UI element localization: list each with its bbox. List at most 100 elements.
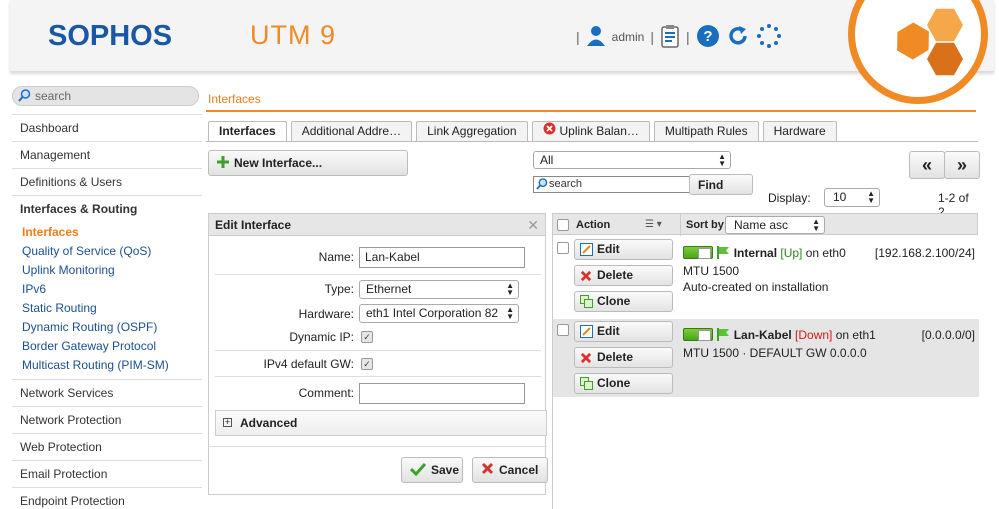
list-header: Action ☰ ▾ Sort by: Name asc ▲ ▼ — [553, 213, 978, 236]
new-interface-button[interactable]: New Interface... — [208, 150, 408, 176]
new-interface-label: New Interface... — [234, 156, 323, 170]
edit-button[interactable]: Edit — [574, 239, 673, 260]
interface-mtu: MTU 1500 — [683, 264, 740, 278]
interface-hardware: on eth1 — [835, 328, 876, 342]
interface-title-line: Lan-Kabel [Down] on eth1 [0.0.0.0/0] — [683, 327, 979, 345]
enable-toggle[interactable] — [683, 246, 713, 259]
nav-network-protection[interactable]: Network Protection — [12, 407, 202, 434]
tab-multipath-rules[interactable]: Multipath Rules — [653, 121, 759, 141]
edit-label: Edit — [597, 324, 620, 338]
tab-link-aggregation[interactable]: Link Aggregation — [416, 121, 528, 141]
ipv4-default-gw-checkbox[interactable]: ✓ — [361, 358, 373, 370]
nav-email-protection[interactable]: Email Protection — [12, 461, 202, 488]
delete-label: Delete — [597, 268, 634, 282]
type-label: Type: — [324, 282, 354, 296]
display-label: Display: — [768, 191, 811, 205]
tab-additional-addresses[interactable]: Additional Addre… — [290, 121, 413, 141]
header-tools: | admin | | ? — [576, 23, 782, 51]
column-menu-icon[interactable]: ☰ ▾ — [645, 219, 662, 230]
x-icon — [481, 462, 494, 478]
subnav-static-routing[interactable]: Static Routing — [12, 299, 202, 318]
nav-dashboard[interactable]: Dashboard — [12, 115, 202, 142]
subnav-ipv6[interactable]: IPv6 — [12, 280, 202, 299]
nav-management[interactable]: Management — [12, 142, 202, 169]
clipboard-icon[interactable] — [660, 24, 680, 51]
name-input[interactable]: Lan-Kabel — [359, 247, 525, 268]
filter-search-input[interactable]: search — [533, 176, 690, 193]
display-count-select[interactable]: 10 ▲ ▼ — [824, 188, 880, 207]
select-arrows-icon: ▲ ▼ — [506, 281, 514, 297]
dynamic-ip-checkbox[interactable]: ✓ — [361, 331, 373, 343]
subnav-uplink-monitoring[interactable]: Uplink Monitoring — [12, 261, 202, 280]
row-divider — [209, 446, 547, 447]
clone-button[interactable]: Clone — [574, 291, 673, 312]
sortby-label: Sort by: — [680, 214, 728, 236]
tab-hardware[interactable]: Hardware — [762, 121, 837, 141]
sort-select[interactable]: Name asc ▲ ▼ — [725, 216, 825, 234]
subnav-multicast[interactable]: Multicast Routing (PIM-SM) — [12, 356, 202, 375]
delete-button[interactable]: Delete — [574, 347, 673, 368]
cancel-button[interactable]: Cancel — [472, 457, 548, 483]
interface-mtu: MTU 1500 · DEFAULT GW 0.0.0.0 — [683, 346, 867, 360]
select-arrows-icon: ▲ ▼ — [812, 217, 820, 233]
close-icon[interactable]: ✕ — [527, 214, 539, 236]
tab-bar: Interfaces Additional Addre… Link Aggreg… — [208, 121, 837, 141]
clone-button[interactable]: Clone — [574, 373, 673, 394]
next-page-button[interactable]: » — [944, 151, 980, 179]
subnav-qos[interactable]: Quality of Service (QoS) — [12, 242, 202, 261]
enable-toggle[interactable] — [683, 328, 713, 341]
find-button[interactable]: Find — [689, 174, 753, 195]
interface-list: Action ☰ ▾ Sort by: Name asc ▲ ▼ Edit Del… — [552, 213, 979, 509]
subnav-ospf[interactable]: Dynamic Routing (OSPF) — [12, 318, 202, 337]
edit-icon — [580, 243, 593, 262]
row-checkbox[interactable] — [557, 242, 569, 254]
sidebar-search-input[interactable]: search — [12, 86, 199, 106]
nav-web-protection[interactable]: Web Protection — [12, 434, 202, 461]
plus-icon — [217, 155, 229, 171]
sort-select-value: Name asc — [734, 218, 789, 232]
checkmark-icon — [409, 462, 427, 479]
separator: | — [650, 29, 654, 45]
select-all-checkbox[interactable] — [557, 219, 569, 231]
tab-interfaces[interactable]: Interfaces — [208, 121, 287, 141]
subnav-bgp[interactable]: Border Gateway Protocol — [12, 337, 202, 356]
hardware-select-value: eth1 Intel Corporation 82 — [366, 306, 499, 320]
hardware-select[interactable]: eth1 Intel Corporation 82 ▲ ▼ — [359, 304, 519, 323]
help-icon[interactable]: ? — [696, 24, 720, 51]
delete-label: Delete — [597, 350, 634, 364]
nav-definitions-users[interactable]: Definitions & Users — [12, 169, 202, 196]
prev-page-button[interactable]: « — [909, 151, 945, 179]
ipv4-default-gw-label: IPv4 default GW: — [263, 357, 355, 371]
clone-icon — [580, 295, 593, 314]
select-arrows-icon: ▲ ▼ — [867, 189, 875, 205]
svg-text:?: ? — [703, 28, 712, 45]
user-icon[interactable] — [586, 25, 606, 50]
comment-input[interactable] — [359, 383, 525, 404]
tab-divider — [206, 141, 978, 142]
delete-button[interactable]: Delete — [574, 265, 673, 286]
subnav-interfaces[interactable]: Interfaces — [12, 223, 202, 242]
username[interactable]: admin — [612, 30, 645, 44]
x-icon — [580, 351, 592, 370]
row-checkbox[interactable] — [557, 324, 569, 336]
edit-button[interactable]: Edit — [574, 321, 673, 342]
breadcrumb-divider — [206, 110, 976, 112]
name-label: Name: — [318, 250, 354, 264]
save-button[interactable]: Save — [401, 457, 463, 483]
nav-endpoint-protection[interactable]: Endpoint Protection — [12, 488, 202, 509]
tab-uplink-balancing[interactable]: Uplink Balan… — [531, 121, 650, 141]
type-select[interactable]: Ethernet ▲ ▼ — [359, 280, 519, 299]
filter-select[interactable]: All ▲ ▼ — [533, 151, 731, 169]
save-label: Save — [431, 463, 460, 477]
interface-status: [Up] — [780, 246, 803, 260]
nav-interfaces-routing[interactable]: Interfaces & Routing — [12, 196, 202, 223]
type-select-value: Ethernet — [366, 282, 412, 296]
error-icon — [543, 122, 556, 141]
brand-logo: SOPHOS — [48, 20, 173, 52]
display-count-value: 10 — [833, 190, 847, 204]
tab-uplink-balancing-label: Uplink Balan… — [559, 124, 639, 138]
refresh-icon[interactable] — [726, 24, 750, 51]
nav-network-services[interactable]: Network Services — [12, 380, 202, 407]
interface-name: Internal — [733, 246, 778, 260]
advanced-section-toggle[interactable]: + Advanced — [215, 410, 547, 436]
